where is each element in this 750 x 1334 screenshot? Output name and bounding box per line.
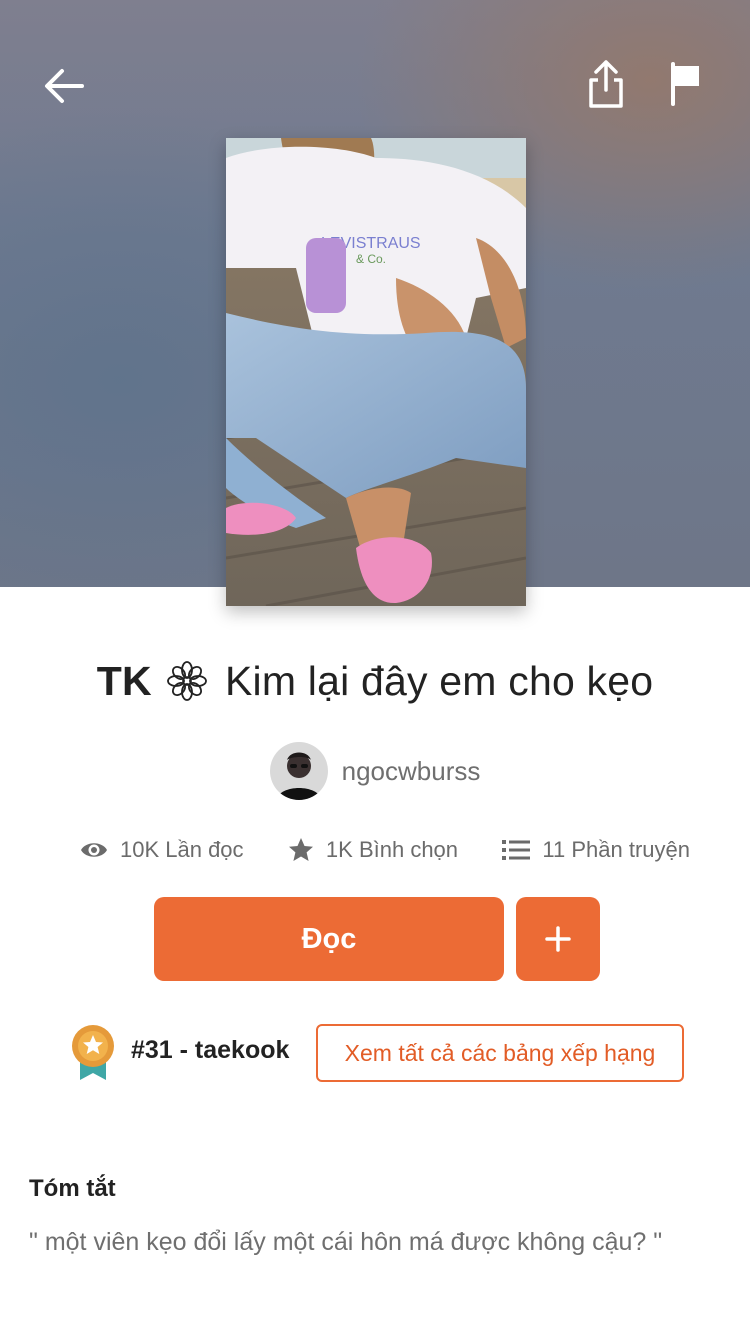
read-button[interactable]: Đọc [154,897,504,981]
story-title: TK Kim lại đây em cho kẹo [0,658,750,707]
votes-count: 1K Bình chọn [325,837,459,862]
story-title-main: Kim lại đây em cho kẹo [224,658,654,704]
star-icon [288,838,313,861]
story-stats: 10K Lần đọc 1K Bình chọn 11 Phần truyện [80,830,690,870]
share-icon [589,60,623,108]
summary-text: " một viên kẹo đổi lấy một cái hôn má đư… [29,1228,663,1256]
parts-count[interactable]: 11 Phần truyện [542,837,690,863]
flower-icon [167,661,208,702]
view-all-rankings-button[interactable]: Xem tất cả các bảng xếp hạng [316,1024,684,1082]
reads-count: 10K Lần đọc [120,837,244,862]
ranking-label: #31 - taekook [131,1036,290,1064]
svg-text:& Co.: & Co. [356,252,386,266]
author-name[interactable]: ngocwburss [342,756,481,787]
plus-icon [545,926,571,952]
story-cover-image: LEVISTRAUS & Co. [226,138,526,606]
story-title-prefix: TK [96,658,152,704]
avatar[interactable] [269,742,328,800]
summary-heading: Tóm tắt [29,1175,116,1202]
add-to-library-button[interactable] [516,897,600,981]
back-button[interactable] [34,56,94,116]
share-button[interactable] [578,54,634,114]
flag-icon [671,62,699,106]
reads-stat: 10K Lần đọc [80,837,244,863]
arrow-left-icon [45,69,84,103]
ranking-medal-icon [72,1025,114,1080]
report-button[interactable] [660,56,712,112]
parts-stat[interactable]: 11 Phần truyện [502,837,690,863]
votes-stat: 1K Bình chọn [288,837,458,863]
eye-icon [81,843,107,857]
list-icon [502,840,531,860]
author-row[interactable]: ngocwburss [0,740,750,802]
